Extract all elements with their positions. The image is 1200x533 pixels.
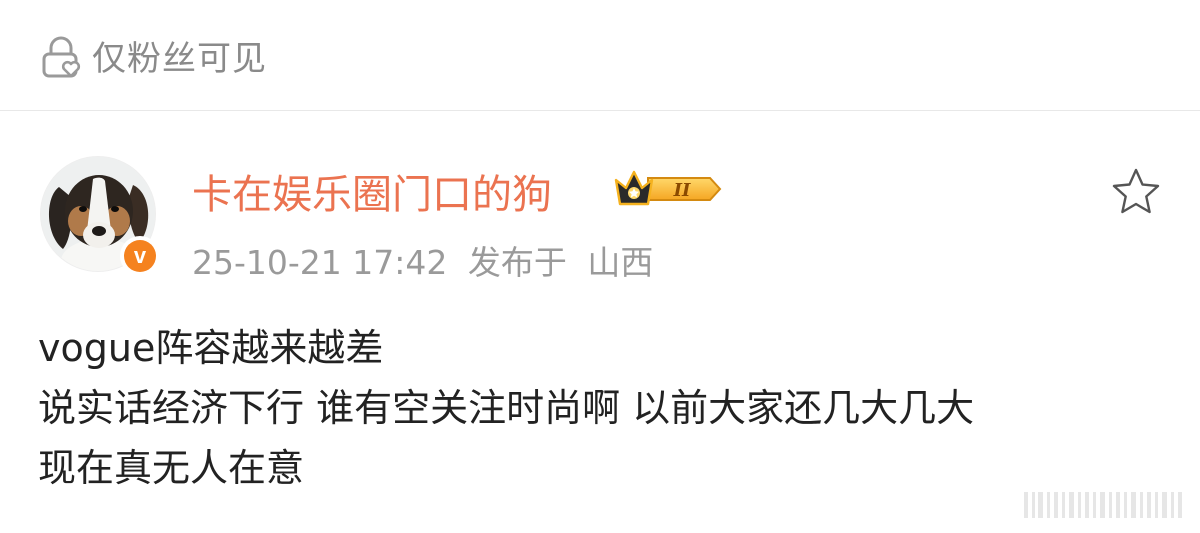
post-content: vogue阵容越来越差 说实话经济下行 谁有空关注时尚啊 以前大家还几大几大 现… [38, 318, 1168, 498]
lock-heart-icon [42, 36, 81, 78]
post-meta: 25-10-21 17:42 发布于 山西 [192, 236, 663, 284]
content-line: vogue阵容越来越差 [38, 326, 384, 370]
watermark-barcode-icon [1024, 492, 1182, 518]
divider [0, 110, 1200, 111]
post-timestamp: 25-10-21 17:42 [192, 243, 448, 282]
visibility-bar: 仅粉丝可见 [0, 0, 1200, 110]
weibo-post-screen: 仅粉丝可见 v 卡在娱乐圈门口的狗 II 25-10-21 17:42 发布于 … [0, 0, 1200, 533]
content-line: 说实话经济下行 谁有空关注时尚啊 以前大家还几大几大 [38, 386, 975, 430]
location-prefix: 发布于 [467, 243, 567, 282]
author-name[interactable]: 卡在娱乐圈门口的狗 [192, 162, 552, 220]
post-location: 山西 [587, 243, 654, 282]
crown-level-badge-icon: II [614, 170, 722, 206]
visibility-label: 仅粉丝可见 [92, 38, 267, 79]
content-line: 现在真无人在意 [38, 446, 305, 490]
svg-text:II: II [673, 180, 691, 201]
verified-badge-icon: v [120, 236, 160, 276]
star-outline-icon[interactable] [1110, 166, 1162, 218]
